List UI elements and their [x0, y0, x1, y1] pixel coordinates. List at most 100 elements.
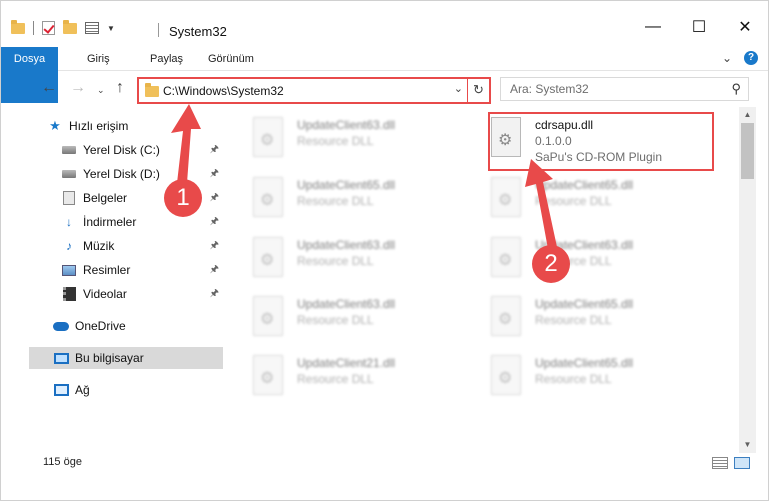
nav-label: Hızlı erişim: [69, 119, 129, 133]
nav-item-disk-c[interactable]: Yerel Disk (C:) 🖈: [61, 139, 223, 161]
file-item[interactable]: ⚙ UpdateClient63.dll Resource DLL: [233, 111, 463, 167]
nav-item-pictures[interactable]: Resimler 🖈: [61, 259, 223, 281]
title-separator: [158, 23, 159, 37]
file-item[interactable]: ⚙ UpdateClient63.dll Resource DLL: [233, 290, 463, 346]
qat-dropdown-icon[interactable]: ▼: [107, 24, 115, 33]
callout-badge-1: 1: [164, 179, 202, 217]
tab-view[interactable]: Görünüm: [208, 47, 254, 71]
ribbon-tabs: Dosya Giriş Paylaş Görünüm ⌄ ?: [1, 47, 768, 103]
file-description: Resource DLL: [297, 254, 374, 268]
scroll-down-icon[interactable]: ▼: [739, 437, 756, 453]
nav-label: Videolar: [83, 287, 127, 301]
highlight-box: [488, 112, 714, 171]
help-icon[interactable]: ?: [744, 51, 758, 65]
view-toggle: [712, 457, 750, 469]
nav-item-videos[interactable]: Videolar 🖈: [61, 283, 223, 305]
explorer-window: ▼ System32 — ☐ ✕ Dosya Giriş Paylaş Görü…: [0, 0, 769, 501]
nav-quick-access[interactable]: ★ Hızlı erişim: [47, 115, 223, 137]
refresh-icon[interactable]: ↻: [467, 79, 489, 102]
tab-share[interactable]: Paylaş: [150, 47, 183, 71]
videos-icon: [61, 287, 77, 301]
details-view-icon[interactable]: [712, 457, 728, 469]
drive-icon: [61, 143, 77, 157]
tab-home[interactable]: Giriş: [87, 47, 110, 71]
window-title: System32: [169, 24, 227, 39]
forward-arrow-icon[interactable]: →: [70, 79, 86, 97]
item-count: 115 öge: [43, 456, 82, 468]
file-item[interactable]: ⚙ UpdateClient21.dll Resource DLL: [233, 349, 463, 405]
file-item[interactable]: ⚙ UpdateClient65.dll Resource DLL: [471, 290, 701, 346]
address-bar[interactable]: C:\Windows\System32 ⌄ ↻: [137, 77, 491, 104]
file-description: Resource DLL: [297, 372, 374, 386]
file-name: UpdateClient63.dll: [297, 238, 396, 252]
dll-file-icon: ⚙: [491, 177, 521, 217]
nav-label: Yerel Disk (D:): [83, 167, 160, 181]
pin-icon[interactable]: 🖈: [210, 262, 219, 279]
folder-icon: [11, 19, 25, 34]
pin-icon[interactable]: 🖈: [210, 214, 219, 231]
properties-check-icon[interactable]: [42, 21, 55, 35]
navigation-pane: ★ Hızlı erişim Yerel Disk (C:) 🖈 Yerel D…: [29, 111, 223, 441]
callout-badge-2: 2: [532, 245, 570, 283]
nav-label: Müzik: [83, 239, 115, 253]
expand-ribbon-icon[interactable]: ⌄: [722, 51, 732, 65]
dll-file-icon: ⚙: [253, 296, 283, 336]
up-arrow-icon[interactable]: ↑: [116, 79, 124, 97]
nav-this-pc[interactable]: Bu bilgisayar: [29, 347, 223, 369]
new-folder-icon[interactable]: [63, 19, 77, 34]
file-item[interactable]: ⚙ UpdateClient65.dll Resource DLL: [471, 349, 701, 405]
minimize-button[interactable]: —: [630, 11, 676, 43]
cloud-icon: [53, 319, 69, 333]
nav-label: OneDrive: [75, 319, 126, 333]
dll-file-icon: ⚙: [253, 355, 283, 395]
file-item[interactable]: ⚙ UpdateClient65.dll Resource DLL: [471, 171, 701, 227]
file-item[interactable]: ⚙ UpdateClient65.dll Resource DLL: [233, 171, 463, 227]
file-name: UpdateClient65.dll: [535, 356, 634, 370]
search-box[interactable]: Ara: System32 ⚲: [500, 77, 749, 101]
nav-item-downloads[interactable]: ↓ İndirmeler 🖈: [61, 211, 223, 233]
navigation-bar: ← → ⌄ ↑ C:\Windows\System32 ⌄ ↻ Ara: Sys…: [1, 73, 768, 107]
address-dropdown-icon[interactable]: ⌄: [454, 82, 463, 95]
maximize-button[interactable]: ☐: [676, 11, 722, 43]
address-text[interactable]: C:\Windows\System32: [163, 84, 284, 98]
window-controls: — ☐ ✕: [630, 11, 768, 43]
nav-label: Bu bilgisayar: [75, 351, 144, 365]
computer-icon: [53, 351, 69, 365]
file-description: Resource DLL: [535, 372, 612, 386]
tiles-view-icon[interactable]: [734, 457, 750, 469]
pin-icon[interactable]: 🖈: [210, 142, 219, 159]
quick-access-toolbar: ▼: [11, 19, 115, 35]
nav-item-disk-d[interactable]: Yerel Disk (D:) 🖈: [61, 163, 223, 185]
file-item[interactable]: ⚙ UpdateClient63.dll Resource DLL: [233, 231, 463, 287]
pin-icon[interactable]: 🖈: [210, 286, 219, 303]
file-item[interactable]: ⚙ UpdateClient63.dll Resource DLL: [471, 231, 701, 287]
nav-network[interactable]: Ağ: [53, 379, 223, 401]
vertical-scrollbar[interactable]: ▲ ▼: [739, 107, 756, 453]
nav-onedrive[interactable]: OneDrive: [53, 315, 223, 337]
recent-locations-icon[interactable]: ⌄: [97, 85, 105, 96]
file-description: Resource DLL: [297, 134, 374, 148]
pin-icon[interactable]: 🖈: [210, 238, 219, 255]
file-description: Resource DLL: [297, 194, 374, 208]
search-icon[interactable]: ⚲: [731, 81, 741, 97]
customize-toolbar-icon[interactable]: [85, 22, 99, 34]
nav-label: Resimler: [83, 263, 131, 277]
close-button[interactable]: ✕: [722, 11, 768, 43]
dll-file-icon: ⚙: [253, 237, 283, 277]
network-icon: [53, 383, 69, 397]
pictures-icon: [61, 263, 77, 277]
back-arrow-icon[interactable]: ←: [41, 79, 57, 97]
scroll-thumb[interactable]: [741, 123, 754, 179]
folder-icon: [145, 83, 159, 97]
music-icon: ♪: [66, 239, 72, 253]
nav-item-music[interactable]: ♪ Müzik 🖈: [61, 235, 223, 257]
search-placeholder[interactable]: Ara: System32: [510, 82, 589, 96]
pin-icon[interactable]: 🖈: [210, 166, 219, 183]
scroll-up-icon[interactable]: ▲: [739, 107, 756, 123]
file-description: Resource DLL: [297, 313, 374, 327]
file-description: Resource DLL: [535, 313, 612, 327]
dll-file-icon: ⚙: [491, 237, 521, 277]
nav-label: Belgeler: [83, 191, 128, 205]
pin-icon[interactable]: 🖈: [210, 190, 219, 207]
dll-file-icon: ⚙: [491, 296, 521, 336]
